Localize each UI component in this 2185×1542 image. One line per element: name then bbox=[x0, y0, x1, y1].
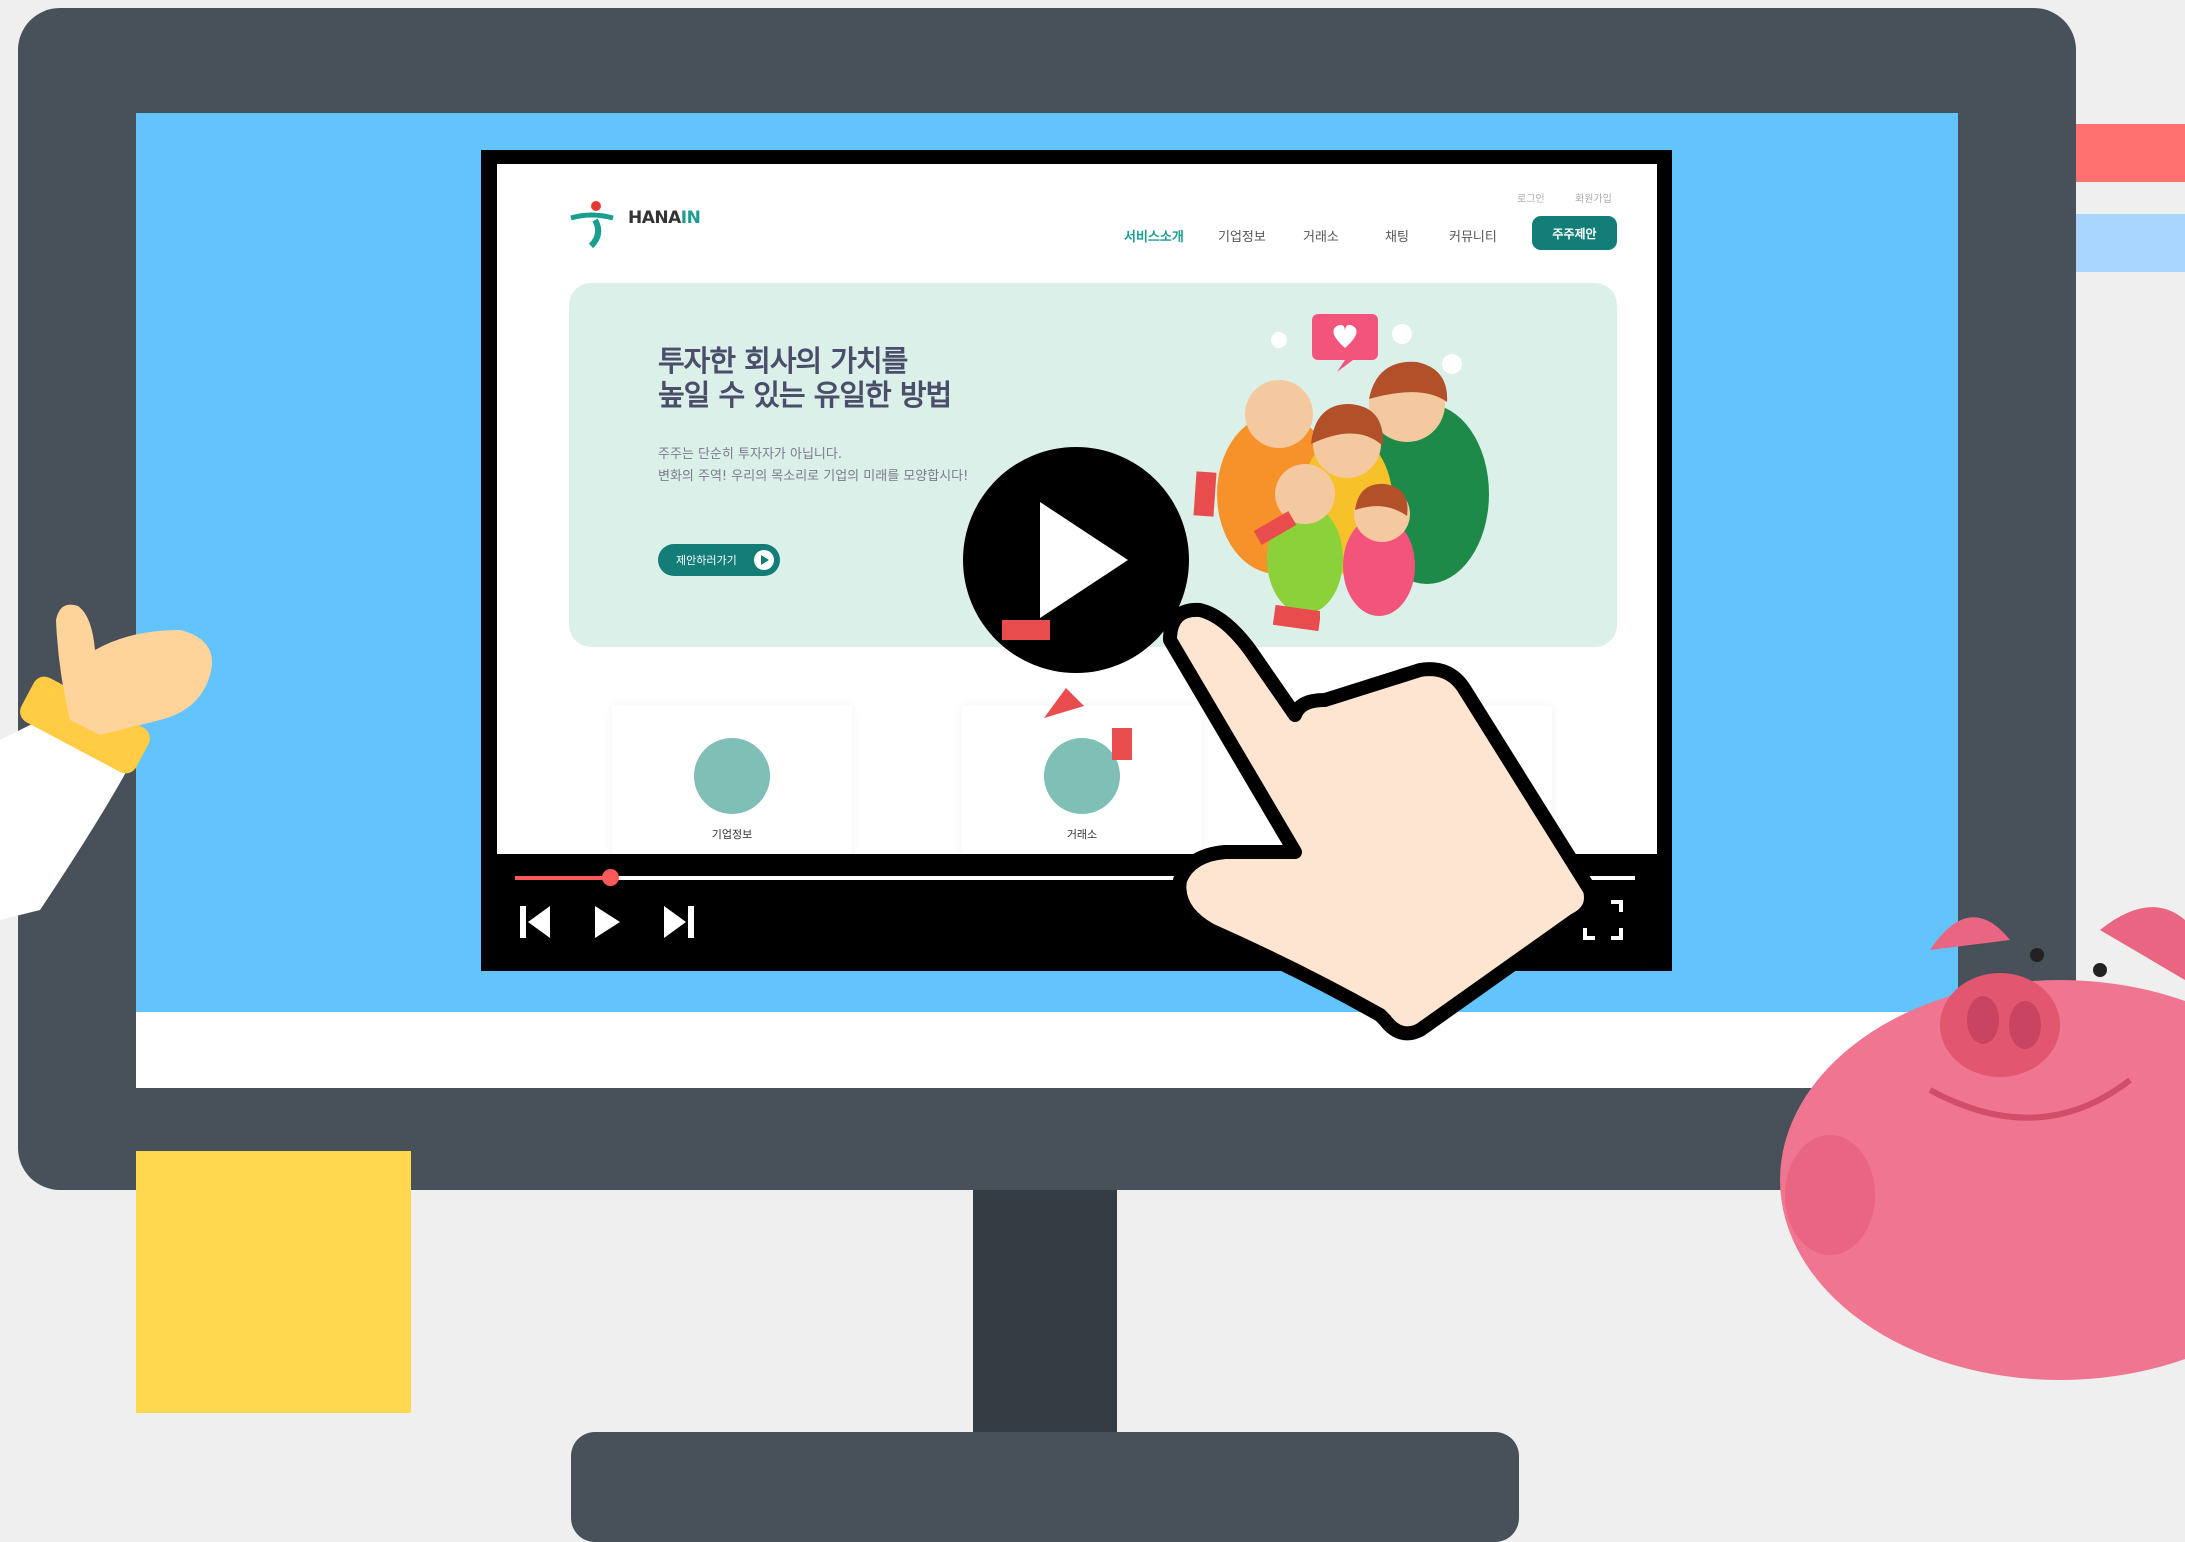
feature-card-label: 기업정보 bbox=[711, 828, 753, 841]
propose-button[interactable]: 제안하러가기 bbox=[658, 544, 780, 576]
feature-card-company[interactable]: 기업정보 bbox=[612, 706, 852, 854]
progress-fill bbox=[515, 876, 611, 880]
nav-service-intro[interactable]: 서비스소개 bbox=[1124, 226, 1184, 245]
brand-name: HANAIN bbox=[628, 208, 701, 228]
pointing-hand-cursor-icon bbox=[1163, 602, 1598, 1041]
login-link[interactable]: 로그인 bbox=[1517, 190, 1545, 205]
nav-chat[interactable]: 채팅 bbox=[1385, 226, 1409, 245]
play-circle-icon bbox=[754, 550, 774, 570]
screen-taskbar bbox=[136, 1012, 1958, 1088]
signup-link[interactable]: 회원가입 bbox=[1575, 190, 1612, 205]
nav-exchange[interactable]: 거래소 bbox=[1303, 226, 1339, 245]
hero-description: 주주는 단순히 투자자가 아닙니다. 변화의 주역! 우리의 목소리로 기업의 … bbox=[658, 447, 969, 484]
monitor-stand-neck bbox=[973, 1190, 1117, 1435]
next-icon[interactable] bbox=[662, 904, 696, 940]
nav-company-info[interactable]: 기업정보 bbox=[1218, 226, 1266, 245]
yellow-sticky-note bbox=[136, 1151, 411, 1413]
piggy-bank-illustration bbox=[1780, 907, 2185, 1380]
hero-title: 투자한 회사의 가치를 높일 수 있는 유일한 방법 bbox=[658, 344, 952, 412]
hana-logo-icon bbox=[570, 201, 614, 248]
shareholder-proposal-button[interactable]: 주주제안 bbox=[1532, 216, 1617, 250]
nav-community[interactable]: 커뮤니티 bbox=[1449, 226, 1497, 245]
propose-button-label: 제안하러가기 bbox=[676, 554, 737, 567]
company-info-icon bbox=[694, 738, 770, 814]
thumbs-up-hand-illustration bbox=[0, 604, 212, 920]
play-icon[interactable] bbox=[592, 904, 622, 940]
monitor-stand-base bbox=[571, 1432, 1519, 1542]
previous-icon[interactable] bbox=[518, 904, 552, 940]
